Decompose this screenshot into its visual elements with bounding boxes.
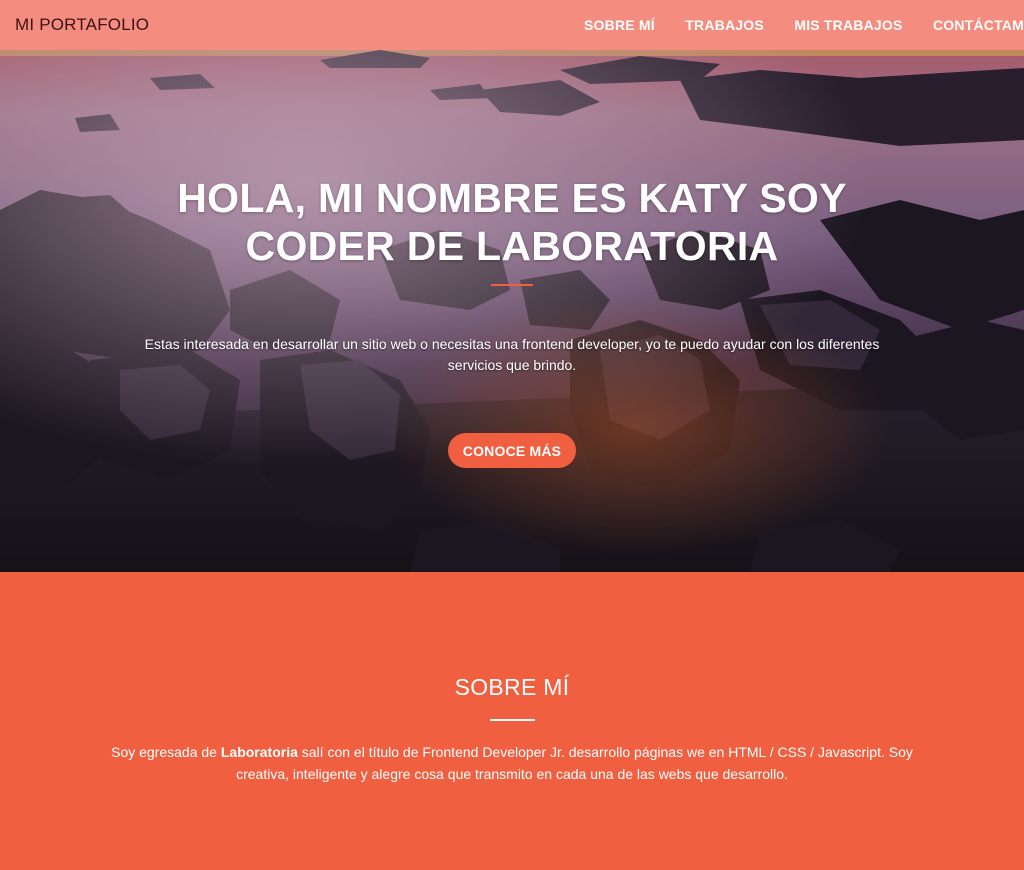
about-divider: [490, 719, 535, 721]
conoce-mas-button[interactable]: CONOCE MÁS: [448, 433, 576, 468]
nav-links: SOBRE MÍ TRABAJOS MIS TRABAJOS CONTÁCTAM…: [584, 17, 1024, 35]
hero-title-line1: HOLA, MI NOMBRE ES KATY SOY: [177, 175, 847, 221]
about-text-laboratoria: Laboratoria: [220, 744, 298, 760]
hero-divider: [491, 284, 533, 286]
about-text: Soy egresada de Laboratoria salí con el …: [92, 741, 932, 785]
about-text-intro: Soy egresada de: [111, 744, 221, 760]
brand-link[interactable]: MI PORTAFOLIO: [15, 15, 149, 35]
about-title: SOBRE MÍ: [454, 674, 570, 700]
hero-content: HOLA, MI NOMBRE ES KATY SOY CODER DE LAB…: [0, 50, 1024, 572]
hero-description: Estas interesada en desarrollar un sitio…: [144, 336, 880, 373]
nav-link-trabajos[interactable]: TRABAJOS: [685, 17, 764, 33]
nav-link-contactame[interactable]: CONTÁCTAME: [933, 17, 1024, 33]
hero-section: HOLA, MI NOMBRE ES KATY SOY CODER DE LAB…: [0, 50, 1024, 572]
nav-link-sobre-mi[interactable]: SOBRE MÍ: [584, 17, 655, 33]
hero-title-line2: CODER DE LABORATORIA: [245, 223, 779, 269]
hero-title: HOLA, MI NOMBRE ES KATY SOY CODER DE LAB…: [0, 174, 1024, 270]
nav-link-mis-trabajos[interactable]: MIS TRABAJOS: [794, 17, 902, 33]
top-navbar: MI PORTAFOLIO SOBRE MÍ TRABAJOS MIS TRAB…: [0, 0, 1024, 50]
about-text-body: salí con el título de Frontend Developer…: [236, 744, 913, 782]
about-section: SOBRE MÍ Soy egresada de Laboratoria sal…: [0, 572, 1024, 870]
